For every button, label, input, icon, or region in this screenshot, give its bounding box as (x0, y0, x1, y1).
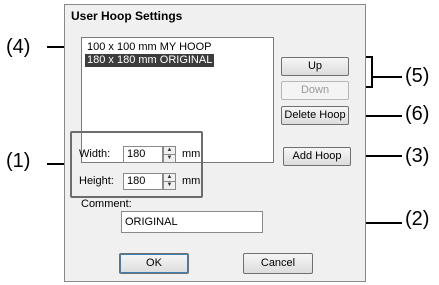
comment-label: Comment: (81, 198, 132, 210)
height-label: Height: (79, 175, 114, 187)
callout-1: (1) (6, 150, 31, 172)
width-label: Width: (79, 148, 111, 160)
list-item-selected[interactable]: 180 x 180 mm ORIGINAL (85, 54, 215, 67)
callout-5: (5) (405, 65, 430, 87)
height-input[interactable]: 180 (123, 173, 163, 190)
height-unit: mm (182, 175, 201, 187)
spin-up-icon[interactable]: ▲ (164, 147, 175, 155)
spin-up-icon[interactable]: ▲ (164, 174, 175, 182)
delete-hoop-button[interactable]: Delete Hoop (281, 106, 349, 125)
spin-down-icon[interactable]: ▼ (164, 155, 175, 162)
add-hoop-button[interactable]: Add Hoop (283, 147, 351, 166)
callout-2: (2) (405, 208, 430, 230)
height-spinner[interactable]: ▲ ▼ (163, 173, 176, 190)
down-button[interactable]: Down (281, 81, 349, 100)
up-button[interactable]: Up (281, 57, 349, 76)
width-unit: mm (182, 148, 201, 160)
callout-6: (6) (405, 103, 430, 125)
title-bar: User Hoop Settings (65, 5, 365, 27)
width-input[interactable]: 180 (123, 146, 163, 163)
ok-button[interactable]: OK (119, 253, 189, 274)
dialog-title: User Hoop Settings (71, 9, 183, 23)
spin-down-icon[interactable]: ▼ (164, 182, 175, 189)
callout-4: (4) (6, 36, 31, 58)
callout-5-line (371, 76, 402, 78)
callout-5-bracket-vertical (371, 56, 373, 88)
cancel-button[interactable]: Cancel (243, 253, 313, 274)
list-item[interactable]: 100 x 100 mm MY HOOP (85, 41, 214, 54)
comment-input[interactable]: ORIGINAL (121, 211, 263, 233)
width-spinner[interactable]: ▲ ▼ (163, 146, 176, 163)
callout-3: (3) (405, 145, 430, 167)
